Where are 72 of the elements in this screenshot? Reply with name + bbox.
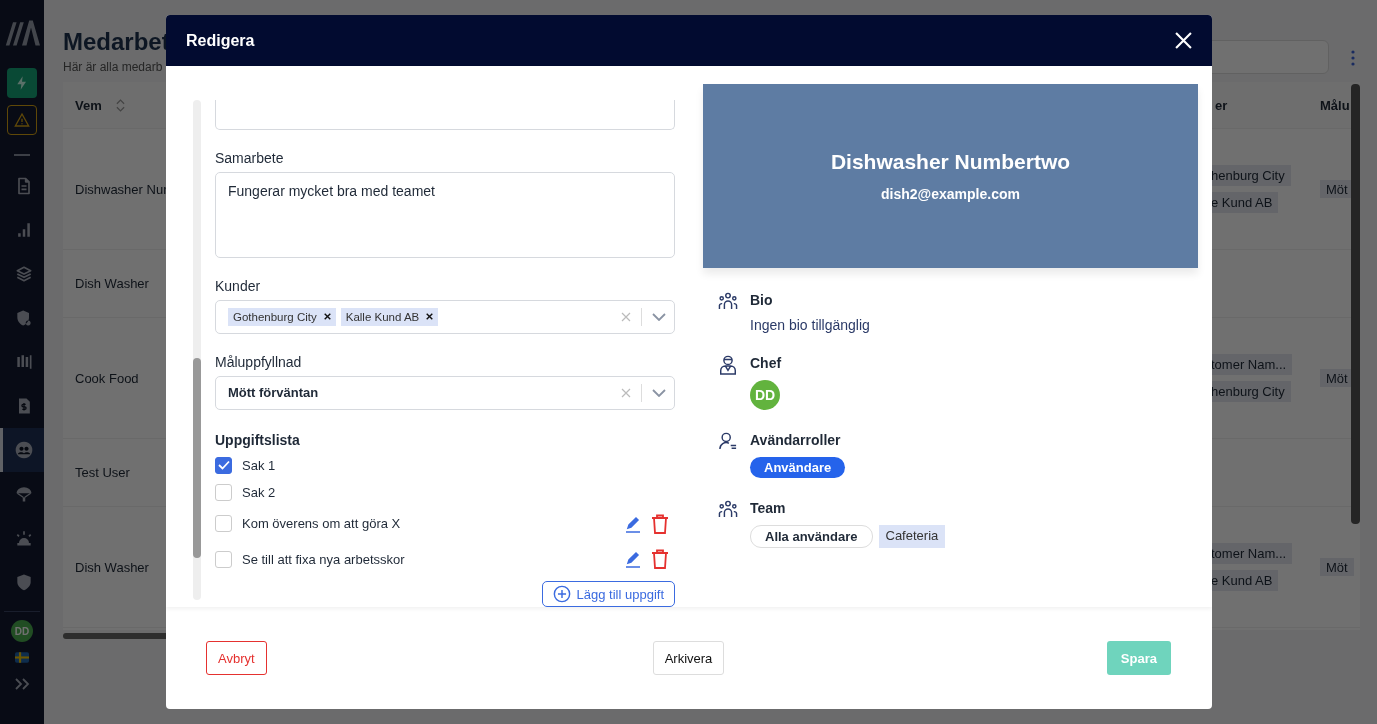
section-title: Chef: [750, 355, 782, 371]
users-icon: [13, 440, 34, 460]
close-icon[interactable]: [1175, 32, 1192, 49]
task-label: Sak 1: [242, 457, 277, 473]
goal-tag: Möt: [1320, 558, 1354, 576]
expand-icon[interactable]: [14, 678, 30, 690]
task-label: Kom överens om att göra X: [242, 516, 402, 532]
bolt-button[interactable]: [7, 68, 37, 98]
group-icon: [718, 292, 738, 310]
column-header[interactable]: Vem: [75, 97, 102, 113]
warning-icon: [14, 112, 30, 128]
page-subtitle: Här är alla medarb: [63, 60, 163, 74]
checkbox[interactable]: [215, 456, 232, 474]
team-tag: Alla användare: [750, 525, 873, 548]
edit-icon[interactable]: [625, 550, 641, 569]
manager-avatar: DD: [750, 380, 780, 410]
field-label: Måluppfyllnad: [215, 353, 303, 370]
text-area[interactable]: Fungerar mycket bra med teamet: [215, 171, 675, 258]
section-title: Avändarroller: [750, 432, 842, 448]
section-title: Team: [750, 500, 787, 516]
table-cell: Dish Washer: [75, 276, 149, 291]
column-header[interactable]: Målu: [1320, 98, 1350, 113]
field-label: Kunder: [215, 277, 262, 294]
profile-name: Dishwasher Numbertwo: [830, 150, 1071, 174]
chip-label: Kalle Kund AB: [345, 310, 420, 323]
edit-icon[interactable]: [625, 514, 641, 533]
remove-icon[interactable]: [323, 313, 331, 321]
table-cell: Dishwasher Nur: [75, 181, 168, 197]
field-label: Samarbete: [215, 149, 285, 166]
scrollbar-thumb[interactable]: [1351, 84, 1360, 524]
table-cell: Test User: [75, 465, 130, 480]
logo-icon: [4, 18, 40, 48]
dialog-title: Redigera: [186, 31, 255, 50]
nav-item[interactable]: [0, 428, 44, 472]
delete-icon[interactable]: [651, 549, 669, 570]
select-field[interactable]: Mött förväntan: [215, 375, 675, 410]
user-icon: [718, 432, 738, 450]
cancel-button[interactable]: Avbryt: [206, 641, 267, 675]
text-area[interactable]: [215, 100, 675, 130]
delete-icon[interactable]: [651, 513, 669, 534]
goal-tag: Möt: [1320, 180, 1354, 198]
group-icon: [718, 500, 738, 518]
clear-icon[interactable]: [621, 311, 631, 322]
sort-icon[interactable]: [115, 97, 125, 113]
flag-icon[interactable]: [15, 652, 29, 663]
table-cell: Cook Food: [75, 370, 139, 386]
user-badge-icon: [718, 355, 738, 375]
task-label: Sak 2: [242, 484, 277, 500]
section-title: Bio: [750, 292, 774, 308]
remove-icon[interactable]: [426, 313, 434, 321]
chevron-down-icon[interactable]: [652, 388, 666, 397]
more-icon[interactable]: [1351, 50, 1355, 66]
profile-email: dish2@example.com: [881, 186, 1020, 202]
selected-value: Mött förväntan: [228, 385, 319, 401]
clear-icon[interactable]: [621, 387, 631, 398]
role-badge: Användare: [750, 457, 846, 478]
add-task-button[interactable]: Lägg till uppgift: [541, 581, 675, 607]
plus-circle-icon: [552, 585, 571, 603]
task-label: Se till att fixa nya arbetsskor: [242, 551, 406, 567]
table-cell: Dish Washer: [75, 559, 149, 575]
archive-button[interactable]: Arkivera: [652, 641, 725, 675]
section-title: Uppgiftslista: [215, 431, 301, 448]
goal-tag: Möt: [1320, 369, 1354, 387]
page-title: Medarbet: [63, 28, 170, 56]
chip-label: Gothenburg City: [233, 310, 317, 323]
bio-text: Ingen bio tillgänglig: [750, 317, 870, 333]
scrollbar-thumb[interactable]: [193, 358, 201, 558]
field-value: Fungerar mycket bra med teamet: [228, 182, 435, 199]
team-tag: Cafeteria: [878, 525, 946, 548]
chevron-down-icon[interactable]: [652, 312, 666, 321]
select-field[interactable]: Gothenburg City Kalle Kund AB: [215, 299, 675, 334]
warning-button[interactable]: [7, 105, 37, 135]
